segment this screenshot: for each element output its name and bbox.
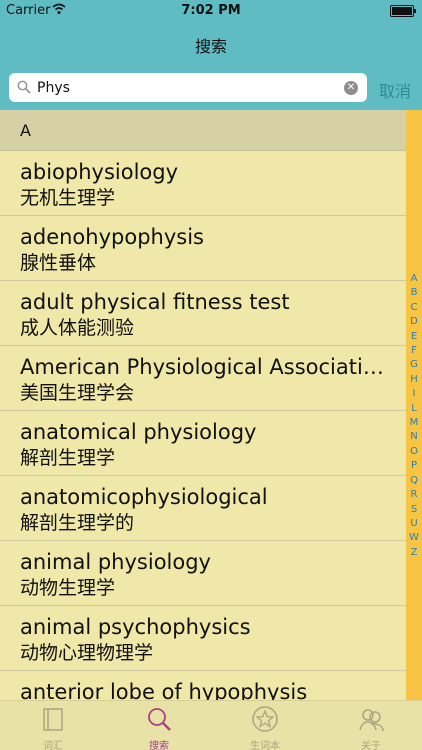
nav-bar: 搜索	[0, 22, 422, 66]
entry-translation: 成人体能测验	[20, 317, 135, 339]
index-letter[interactable]: P	[406, 459, 422, 473]
entry-translation: 动物心理物理学	[20, 642, 154, 664]
index-letter[interactable]: L	[406, 402, 422, 416]
entry-term: animal physiology	[20, 550, 211, 574]
index-letter[interactable]: U	[406, 517, 422, 531]
index-letter[interactable]: I	[406, 387, 422, 401]
result-list[interactable]: A abiophysiology 无机生理学 adenohypophysis 腺性垂…	[0, 110, 406, 700]
list-item[interactable]: animal psychophysics 动物心理物理学	[0, 606, 406, 671]
tab-search[interactable]: 搜索	[106, 701, 212, 750]
list-item[interactable]: adenohypophysis 腺性垂体	[0, 216, 406, 281]
tab-label: 生词本	[250, 741, 280, 750]
index-letter[interactable]: F	[406, 344, 422, 358]
entry-translation: 美国生理学会	[20, 382, 135, 404]
entry-term: animal psychophysics	[20, 615, 251, 639]
status-bar: Carrier 7:02 PM	[0, 0, 422, 22]
list-item[interactable]: American Physiological Associati… 美国生理学会	[0, 346, 406, 411]
tab-about[interactable]: 关于	[318, 701, 422, 750]
entry-term: adult physical fitness test	[20, 290, 290, 314]
index-letter[interactable]: H	[406, 373, 422, 387]
clear-search-icon[interactable]: ✕	[344, 81, 358, 95]
index-letter[interactable]: O	[406, 445, 422, 459]
entry-term: anterior lobe of hypophysis	[20, 680, 308, 700]
tab-label: 词汇	[43, 741, 63, 750]
cancel-button[interactable]: 取消	[379, 78, 411, 102]
tab-label: 关于	[361, 741, 381, 750]
search-field[interactable]: ✕	[9, 73, 367, 102]
book-icon	[43, 708, 63, 731]
battery-icon	[390, 5, 416, 17]
index-letter[interactable]: S	[406, 503, 422, 517]
tab-wordbook[interactable]: 生词本	[212, 701, 318, 750]
list-item[interactable]: anatomical physiology 解剖生理学	[0, 411, 406, 476]
index-letter[interactable]: W	[406, 531, 422, 545]
status-time: 7:02 PM	[181, 3, 241, 18]
entry-term: American Physiological Associati…	[20, 355, 384, 379]
magnifier-icon	[17, 80, 31, 94]
index-letter[interactable]: D	[406, 315, 422, 329]
index-letter[interactable]: N	[406, 430, 422, 444]
tab-bar: 词汇 搜索 生词本 关于	[0, 700, 422, 750]
index-letters: A B C D E F G H I L M N O P Q R S U W Z	[406, 272, 422, 560]
star-icon	[252, 706, 278, 732]
list-item[interactable]: anatomicophysiological 解剖生理学的	[0, 476, 406, 541]
section-header: A	[0, 110, 406, 151]
entry-translation: 动物生理学	[20, 577, 116, 599]
tab-label: 搜索	[149, 741, 169, 750]
index-letter[interactable]: R	[406, 488, 422, 502]
entry-term: anatomical physiology	[20, 420, 257, 444]
index-letter[interactable]: C	[406, 301, 422, 315]
page-title: 搜索	[194, 37, 227, 56]
alphabet-index[interactable]: A B C D E F G H I L M N O P Q R S U W Z	[406, 110, 422, 700]
entry-translation: 解剖生理学	[20, 447, 116, 469]
index-letter[interactable]: Z	[406, 546, 422, 560]
list-item[interactable]: adult physical fitness test 成人体能测验	[0, 281, 406, 346]
search-input[interactable]	[37, 76, 337, 99]
list-item[interactable]: animal physiology 动物生理学	[0, 541, 406, 606]
tab-vocabulary[interactable]: 词汇	[0, 701, 106, 750]
entry-translation: 无机生理学	[20, 187, 116, 209]
entry-translation: 解剖生理学的	[20, 512, 135, 534]
index-letter[interactable]: B	[406, 286, 422, 300]
list-item[interactable]: abiophysiology 无机生理学	[0, 151, 406, 216]
index-letter[interactable]: M	[406, 416, 422, 430]
people-icon	[359, 709, 384, 732]
entry-term: abiophysiology	[20, 160, 179, 184]
entry-term: anatomicophysiological	[20, 485, 268, 509]
list-item[interactable]: anterior lobe of hypophysis	[0, 671, 406, 700]
search-bar: ✕ 取消	[0, 66, 422, 110]
index-letter[interactable]: G	[406, 358, 422, 372]
index-letter[interactable]: A	[406, 272, 422, 286]
search-icon	[148, 708, 171, 731]
index-letter[interactable]: E	[406, 330, 422, 344]
index-letter[interactable]: Q	[406, 474, 422, 488]
entry-translation: 腺性垂体	[20, 252, 97, 274]
entry-term: adenohypophysis	[20, 225, 204, 249]
